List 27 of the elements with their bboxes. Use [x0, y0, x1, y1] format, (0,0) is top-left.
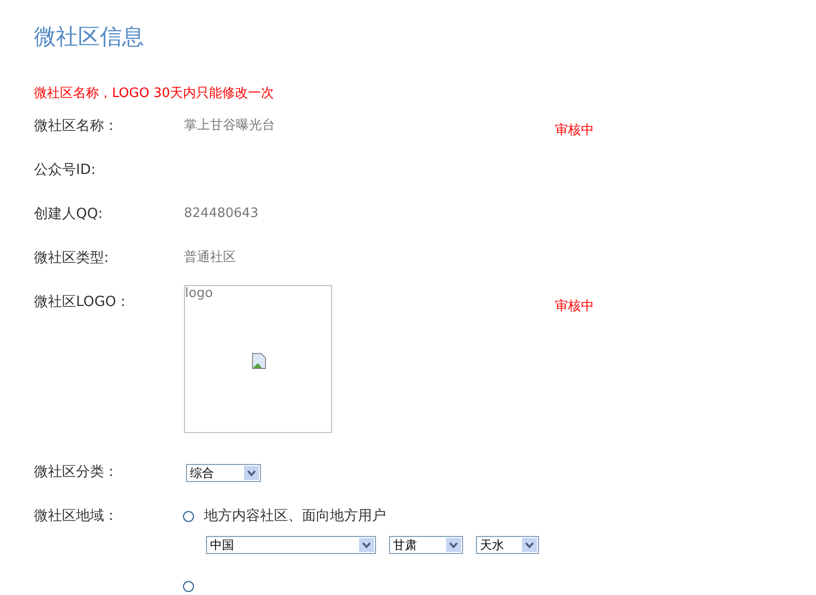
field-label: 微社区分类：	[34, 463, 119, 482]
field-value: 掌上甘谷曝光台	[184, 118, 275, 133]
notice-text: 微社区名称，LOGO 30天内只能修改一次	[34, 85, 275, 103]
radio-button[interactable]	[183, 580, 194, 592]
dropdown-value: 天水	[480, 536, 504, 554]
field-label: 创建人QQ:	[34, 205, 104, 224]
radio-label: 地方内容社区、面向地方用户	[204, 507, 386, 525]
review-status: 审核中	[555, 298, 594, 316]
dropdown[interactable]: 综合	[186, 464, 261, 482]
field-label: 公众号ID:	[34, 161, 97, 180]
field-label: 微社区地域：	[34, 507, 119, 526]
logo-alt-text: logo	[185, 286, 213, 301]
review-status: 审核中	[555, 122, 594, 140]
dropdown[interactable]: 中国	[206, 536, 376, 554]
broken-image-icon	[252, 353, 266, 369]
field-label: 微社区LOGO：	[34, 293, 132, 312]
dropdown-value: 中国	[210, 536, 234, 554]
dropdown-value: 甘肃	[393, 536, 417, 554]
dropdown-value: 综合	[190, 464, 214, 482]
field-label: 微社区类型:	[34, 249, 110, 268]
radio-button[interactable]	[183, 510, 194, 522]
field-value: 824480643	[184, 206, 258, 221]
field-label: 微社区名称：	[34, 117, 119, 136]
dropdown[interactable]: 甘肃	[389, 536, 463, 554]
field-value: 普通社区	[184, 250, 236, 265]
page-title: 微社区信息	[34, 24, 145, 52]
dropdown[interactable]: 天水	[476, 536, 539, 554]
